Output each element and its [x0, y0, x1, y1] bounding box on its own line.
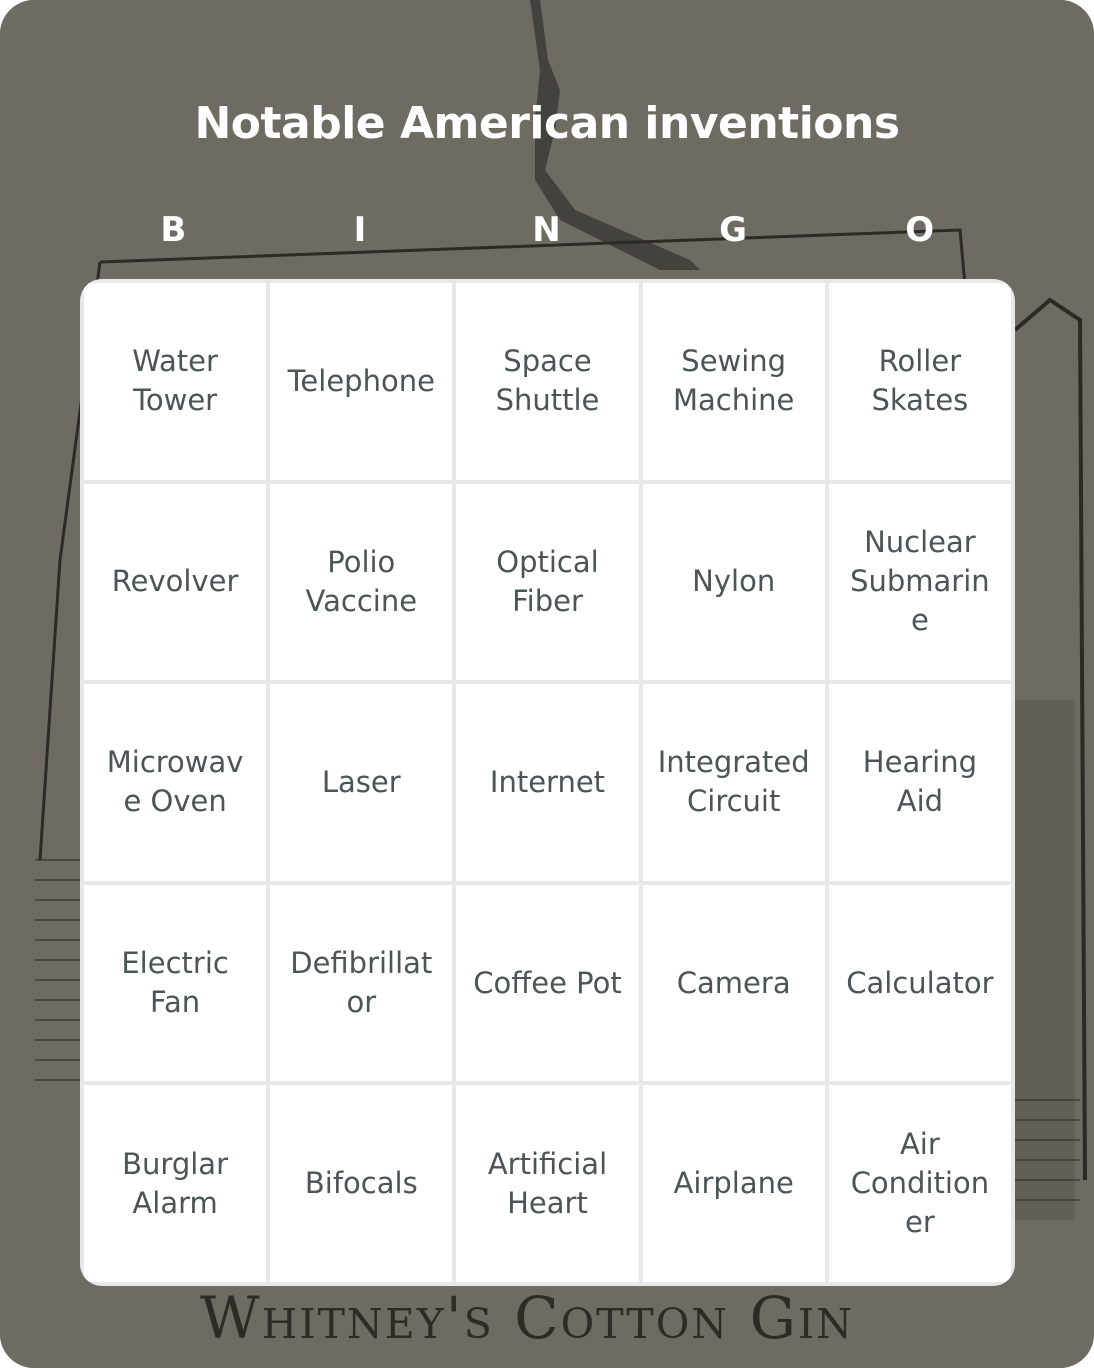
- bingo-grid: Water Tower Telephone Space Shuttle Sewi…: [80, 279, 1015, 1286]
- bingo-cell[interactable]: Hearing Aid: [828, 684, 1011, 881]
- bingo-cell[interactable]: Camera: [642, 884, 825, 1082]
- bingo-cell[interactable]: Artificial Heart: [456, 1085, 639, 1282]
- bingo-header: B I N G O: [80, 210, 1013, 250]
- bingo-cell[interactable]: Revolver: [84, 483, 267, 681]
- bingo-cell[interactable]: Integrated Circuit: [642, 684, 825, 881]
- bingo-cell[interactable]: Nylon: [642, 483, 825, 681]
- bingo-cell[interactable]: Airplane: [642, 1085, 825, 1282]
- bingo-cell[interactable]: Sewing Machine: [642, 283, 825, 480]
- bingo-cell[interactable]: Microwave Oven: [84, 684, 267, 881]
- bingo-cell[interactable]: Telephone: [270, 283, 453, 480]
- bingo-cell[interactable]: Defibrillator: [270, 884, 453, 1082]
- bingo-cell[interactable]: Burglar Alarm: [84, 1085, 267, 1282]
- header-letter-g: G: [719, 210, 748, 250]
- bingo-cell[interactable]: Internet: [456, 684, 639, 881]
- bingo-cell[interactable]: Nuclear Submarine: [828, 483, 1011, 681]
- bingo-cell[interactable]: Air Conditioner: [828, 1085, 1011, 1282]
- bingo-cell[interactable]: Polio Vaccine: [270, 483, 453, 681]
- bingo-card: Notable American inventions B I N G O Wa…: [0, 0, 1094, 1368]
- bingo-cell[interactable]: Optical Fiber: [456, 483, 639, 681]
- header-letter-o: O: [905, 210, 935, 250]
- bingo-cell[interactable]: Electric Fan: [84, 884, 267, 1082]
- bingo-cell[interactable]: Calculator: [828, 884, 1011, 1082]
- header-letter-n: N: [532, 210, 561, 250]
- page-title: Notable American inventions: [194, 98, 900, 149]
- bingo-cell[interactable]: Space Shuttle: [456, 283, 639, 480]
- bingo-cell[interactable]: Roller Skates: [828, 283, 1011, 480]
- bingo-cell[interactable]: Water Tower: [84, 283, 267, 480]
- header-letter-b: B: [160, 210, 187, 250]
- bingo-cell[interactable]: Bifocals: [270, 1085, 453, 1282]
- bingo-cell[interactable]: Coffee Pot: [456, 884, 639, 1082]
- bingo-cell[interactable]: Laser: [270, 684, 453, 881]
- background-caption: Whitney's Cotton Gin: [200, 1284, 855, 1352]
- header-letter-i: I: [353, 210, 367, 250]
